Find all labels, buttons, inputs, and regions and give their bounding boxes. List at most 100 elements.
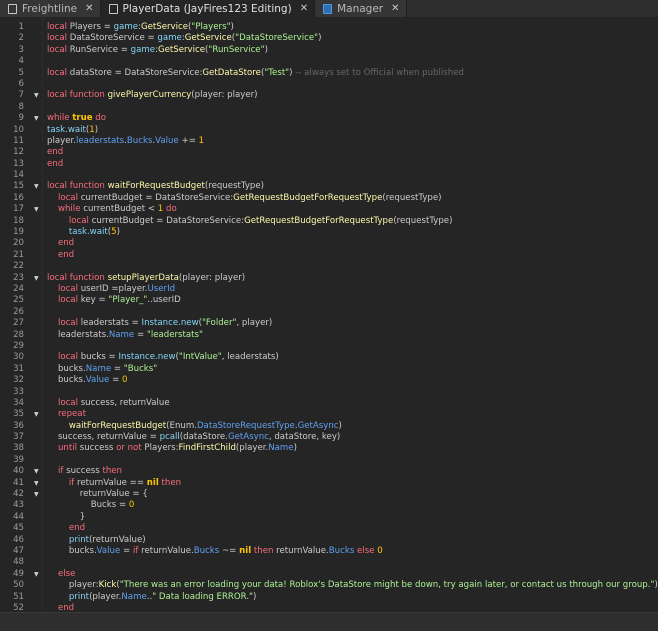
code-token: = bbox=[134, 329, 147, 340]
code-text[interactable]: local key = "Player_"..userID bbox=[47, 295, 181, 306]
code-token: returnValue == bbox=[74, 477, 147, 488]
code-text[interactable]: end bbox=[47, 250, 74, 261]
line-number: 6 bbox=[18, 78, 24, 89]
code-token: "RunService" bbox=[208, 44, 265, 55]
code-token: local bbox=[57, 192, 78, 203]
code-token: else bbox=[354, 545, 375, 556]
line-number: 49 bbox=[13, 568, 24, 579]
code-token: ) bbox=[116, 227, 120, 238]
code-token: task.wait bbox=[68, 227, 108, 238]
fold-arrow-icon[interactable]: ▼ bbox=[34, 569, 39, 580]
code-text[interactable]: task.wait(5) bbox=[47, 227, 120, 238]
code-line: 50 player:Kick("There was an error loadi… bbox=[0, 580, 658, 591]
code-line: 15 ▼ local function waitForRequestBudget(r… bbox=[0, 181, 658, 192]
code-text[interactable]: local currentBudget = DataStoreService:G… bbox=[47, 193, 442, 204]
code-text[interactable]: end bbox=[47, 159, 63, 170]
line-number: 44 bbox=[13, 511, 24, 522]
close-icon[interactable]: ✕ bbox=[300, 3, 308, 14]
code-token: ) bbox=[654, 580, 658, 591]
code-text[interactable]: if success then bbox=[47, 466, 122, 477]
line-number: 45 bbox=[13, 523, 24, 534]
code-token: do bbox=[163, 204, 177, 215]
code-text[interactable]: end bbox=[47, 238, 74, 249]
script-editor[interactable]: 1 local Players = game:GetService("Player… bbox=[0, 17, 658, 612]
code-line: 10 task.wait(1) bbox=[0, 125, 658, 136]
tab-playerdata[interactable]: PlayerData (JayFires123 Editing) ✕ bbox=[100, 0, 316, 17]
line-number: 51 bbox=[13, 591, 24, 602]
code-text[interactable]: bucks.Value = 0 bbox=[47, 375, 128, 386]
fold-arrow-icon[interactable]: ▼ bbox=[34, 466, 39, 477]
fold-arrow-icon[interactable]: ▼ bbox=[34, 273, 39, 284]
code-token: Value bbox=[85, 375, 110, 386]
code-line: 40 ▼ if success then bbox=[0, 466, 658, 477]
code-text[interactable]: local leaderstats = Instance.new("Folder… bbox=[47, 318, 272, 329]
code-token: Bucks bbox=[328, 545, 355, 556]
code-token: += bbox=[178, 135, 199, 146]
code-text[interactable]: bucks.Name = "Bucks" bbox=[47, 364, 157, 375]
code-text[interactable]: waitForRequestBudget(Enum.DataStoreReque… bbox=[47, 421, 342, 432]
code-text[interactable]: end bbox=[47, 603, 74, 612]
code-token: givePlayerCurrency bbox=[104, 90, 192, 101]
code-text[interactable]: success, returnValue = pcall(dataStore.G… bbox=[47, 432, 340, 443]
code-token: Bucks bbox=[126, 135, 153, 146]
tab-manager[interactable]: Manager ✕ bbox=[315, 0, 407, 17]
code-text[interactable]: while true do bbox=[47, 113, 106, 124]
code-text[interactable]: local function givePlayerCurrency(player… bbox=[47, 90, 258, 101]
code-text[interactable]: local Players = game:GetService("Players… bbox=[47, 22, 234, 33]
code-text[interactable]: local userID =player.UserId bbox=[47, 284, 175, 295]
close-icon[interactable]: ✕ bbox=[391, 3, 399, 14]
code-text[interactable]: bucks.Value = if returnValue.Bucks ~= ni… bbox=[47, 546, 383, 557]
code-text[interactable]: local dataStore = DataStoreService:GetDa… bbox=[47, 68, 464, 79]
code-text[interactable]: if returnValue == nil then bbox=[47, 478, 181, 489]
code-text[interactable]: end bbox=[47, 523, 85, 534]
code-text[interactable]: print(player.Name.." Data loading ERROR.… bbox=[47, 592, 257, 603]
code-text[interactable]: task.wait(1) bbox=[47, 125, 98, 136]
code-text[interactable]: local function waitForRequestBudget(requ… bbox=[47, 181, 264, 192]
code-line: 49 ▼ else bbox=[0, 569, 658, 580]
code-text[interactable]: player.leaderstats.Bucks.Value += 1 bbox=[47, 136, 204, 147]
code-text[interactable]: local DataStoreService = game:GetService… bbox=[47, 33, 321, 44]
code-text[interactable]: print(returnValue) bbox=[47, 535, 146, 546]
code-text[interactable]: leaderstats.Name = "leaderstats" bbox=[47, 330, 203, 341]
fold-arrow-icon[interactable]: ▼ bbox=[34, 409, 39, 420]
code-text[interactable]: Bucks = 0 bbox=[47, 500, 135, 511]
code-token: DataStoreService = bbox=[67, 33, 158, 44]
code-text[interactable]: local success, returnValue bbox=[47, 398, 170, 409]
line-number: 15 bbox=[13, 181, 24, 192]
code-text[interactable]: end bbox=[47, 147, 63, 158]
fold-arrow-icon[interactable]: ▼ bbox=[34, 181, 39, 192]
fold-arrow-icon[interactable]: ▼ bbox=[34, 90, 39, 101]
code-token: nil bbox=[146, 477, 159, 488]
code-text[interactable]: local RunService = game:GetService("RunS… bbox=[47, 45, 268, 56]
fold-arrow-icon[interactable]: ▼ bbox=[34, 478, 39, 489]
line-number: 52 bbox=[13, 602, 24, 612]
fold-arrow-icon[interactable]: ▼ bbox=[34, 113, 39, 124]
code-token: GetRequestBudgetForRequestType bbox=[244, 215, 394, 226]
code-text[interactable]: local function setupPlayerData(player: p… bbox=[47, 273, 245, 284]
code-text[interactable]: player:Kick("There was an error loading … bbox=[47, 580, 658, 591]
line-number: 47 bbox=[13, 545, 24, 556]
tab-freightline[interactable]: Freightline ✕ bbox=[0, 0, 101, 17]
code-line: 29 bbox=[0, 341, 658, 352]
code-text[interactable]: local currentBudget = DataStoreService:G… bbox=[47, 215, 453, 227]
code-token: GetRequestBudgetForRequestType bbox=[233, 192, 383, 203]
code-text[interactable]: while currentBudget < 1 do bbox=[47, 204, 177, 215]
code-line: 38 until success or not Players:FindFirs… bbox=[0, 443, 658, 454]
code-text[interactable]: returnValue = { bbox=[47, 489, 148, 500]
code-text[interactable]: until success or not Players:FindFirstCh… bbox=[47, 443, 297, 454]
code-line: 1 local Players = game:GetService("Player… bbox=[0, 22, 658, 33]
code-text[interactable]: local bucks = Instance.new("IntValue", l… bbox=[47, 352, 279, 363]
code-token: while bbox=[47, 113, 73, 124]
code-text[interactable]: } bbox=[47, 512, 85, 523]
status-bar bbox=[0, 612, 658, 631]
fold-arrow-icon[interactable]: ▼ bbox=[34, 489, 39, 500]
code-text[interactable]: else bbox=[47, 569, 75, 580]
code-token: = bbox=[120, 545, 133, 556]
close-icon[interactable]: ✕ bbox=[85, 3, 93, 14]
fold-arrow-icon[interactable]: ▼ bbox=[34, 204, 39, 215]
code-text[interactable]: repeat bbox=[47, 409, 86, 420]
